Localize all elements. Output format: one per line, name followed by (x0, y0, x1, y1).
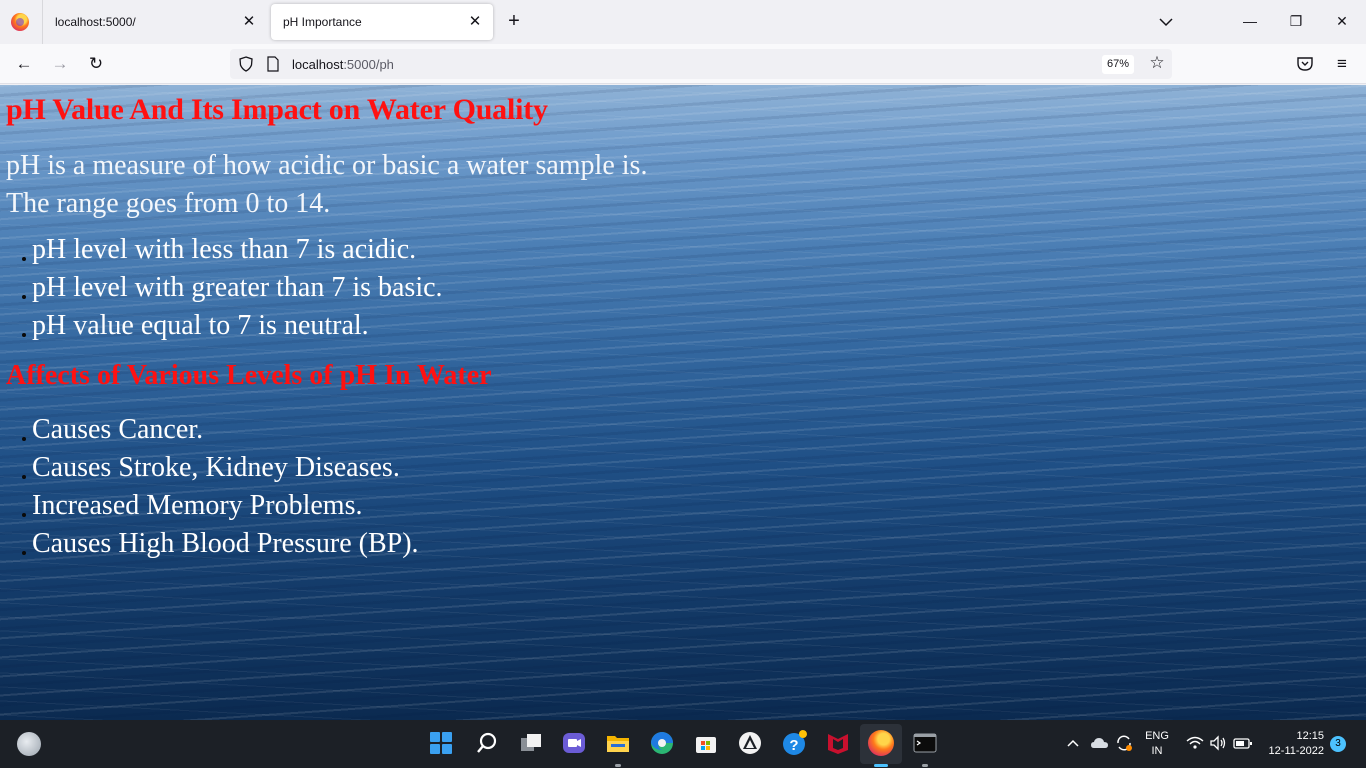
chat-icon[interactable] (561, 730, 587, 756)
page-content: pH Value And Its Impact on Water Quality… (0, 85, 1366, 720)
running-indicator (615, 764, 621, 767)
wifi-icon[interactable] (1186, 734, 1204, 752)
effects-list: Causes Cancer. Causes Stroke, Kidney Dis… (20, 411, 419, 563)
language-code: ENG (1145, 730, 1169, 742)
mcafee-icon[interactable] (825, 730, 851, 756)
intro-line: pH is a measure of how acidic or basic a… (6, 150, 648, 181)
taskbar: ? ENG IN 12:15 12-11-2022 3 (0, 720, 1366, 768)
notification-badge[interactable]: 3 (1330, 736, 1346, 752)
firefox-view-icon[interactable] (11, 13, 29, 31)
list-item: pH level with greater than 7 is basic. (20, 269, 443, 307)
start-icon[interactable] (428, 730, 454, 756)
terminal-icon[interactable] (912, 730, 938, 756)
tab-ph-importance[interactable]: pH Importance ✕ (271, 4, 493, 40)
svg-text:?: ? (789, 737, 798, 754)
shield-icon[interactable] (238, 56, 254, 72)
onedrive-icon[interactable] (1090, 734, 1110, 752)
ph-levels-list: pH level with less than 7 is acidic. pH … (20, 231, 443, 345)
close-tab-icon[interactable]: ✕ (465, 12, 485, 32)
running-indicator (922, 764, 928, 767)
section-heading: Affects of Various Levels of pH In Water (6, 360, 492, 391)
page-icon[interactable] (266, 56, 280, 72)
list-item: Causes Stroke, Kidney Diseases. (20, 449, 419, 487)
reload-icon[interactable]: ↻ (85, 53, 107, 75)
search-icon[interactable] (474, 730, 500, 756)
weather-icon[interactable] (17, 732, 41, 756)
task-view-icon[interactable] (518, 730, 544, 756)
region-code: IN (1151, 745, 1163, 757)
intro-line: The range goes from 0 to 14. (6, 188, 331, 219)
language-indicator[interactable]: ENG IN (1142, 729, 1172, 759)
tab-strip: localhost:5000/ ✕ pH Importance ✕ + — ❐ … (0, 0, 1366, 44)
list-item: Increased Memory Problems. (20, 487, 419, 525)
tab-title: pH Importance (283, 15, 362, 29)
chevron-down-icon[interactable] (1156, 12, 1176, 32)
tab-title: localhost:5000/ (55, 15, 136, 29)
help-icon[interactable]: ? (781, 730, 807, 756)
microsoft-store-icon[interactable] (693, 730, 719, 756)
intro-paragraph: pH is a measure of how acidic or basic a… (6, 147, 647, 223)
app-icon[interactable] (737, 730, 763, 756)
active-indicator (874, 764, 888, 767)
date: 12-11-2022 (1268, 745, 1324, 757)
restore-icon[interactable]: ❐ (1285, 10, 1307, 32)
list-item: pH value equal to 7 is neutral. (20, 307, 443, 345)
time: 12:15 (1296, 730, 1324, 742)
url-host: localhost (292, 57, 344, 72)
minimize-icon[interactable]: — (1239, 10, 1261, 32)
url-path: :5000/ph (343, 57, 394, 72)
navigation-toolbar: ← → ↻ localhost:5000/ph 67% ☆ ≡ (0, 44, 1366, 84)
list-item: Causes Cancer. (20, 411, 419, 449)
close-window-icon[interactable]: ✕ (1331, 10, 1353, 32)
zoom-level[interactable]: 67% (1102, 55, 1135, 74)
url-text[interactable]: localhost:5000/ph (292, 57, 394, 72)
sync-icon[interactable] (1114, 733, 1134, 753)
firefox-icon[interactable] (868, 730, 894, 756)
battery-icon[interactable] (1233, 735, 1253, 751)
forward-icon[interactable]: → (49, 53, 71, 75)
edge-icon[interactable] (649, 730, 675, 756)
tab-localhost[interactable]: localhost:5000/ ✕ (43, 4, 267, 40)
list-item: pH level with less than 7 is acidic. (20, 231, 443, 269)
chevron-up-icon[interactable] (1066, 736, 1080, 750)
new-tab-icon[interactable]: + (503, 10, 525, 32)
list-item: Causes High Blood Pressure (BP). (20, 525, 419, 563)
file-explorer-icon[interactable] (605, 730, 631, 756)
close-tab-icon[interactable]: ✕ (239, 12, 259, 32)
back-icon[interactable]: ← (13, 53, 35, 75)
bookmark-star-icon[interactable]: ☆ (1147, 53, 1167, 73)
pocket-icon[interactable] (1296, 55, 1314, 73)
page-title: pH Value And Its Impact on Water Quality (6, 93, 548, 126)
volume-icon[interactable] (1209, 734, 1227, 752)
clock[interactable]: 12:15 12-11-2022 (1262, 729, 1324, 759)
menu-icon[interactable]: ≡ (1331, 53, 1353, 75)
address-bar[interactable]: localhost:5000/ph 67% ☆ (230, 49, 1172, 79)
